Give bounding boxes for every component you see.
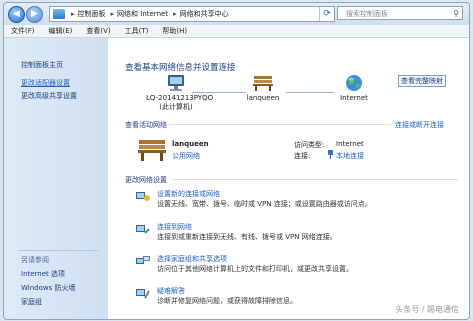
link-line [192,92,246,93]
computer-sub: (此计算机) [159,103,193,111]
sidebar-item-change-advanced-sharing[interactable]: 更改高级共享设置 [21,91,77,101]
active-networks-header: 查看活动网络 [125,121,167,129]
breadcrumb-control-panel[interactable]: 控制面板 [78,9,106,19]
sidebar: 控制面板主页 更改适配器设置 更改高级共享设置 另请参阅 Internet 选项… [4,38,108,319]
search-placeholder: 搜索控制面板 [346,10,388,18]
troubleshoot-icon [136,289,150,299]
task-title[interactable]: 选择家庭组和共享选项 [157,254,227,264]
link-line [286,92,334,93]
task-troubleshoot[interactable]: 疑难解答 诊断并修复网络问题，或获得故障排除信息。 [136,286,436,308]
access-type-label: 访问类型: [294,141,325,149]
chevron-right-icon: ▸ [110,10,115,18]
access-type-value: Internet [336,140,364,148]
task-connect-network[interactable]: 连接到网络 连接到或重新连接到无线、有线、拨号或 VPN 网络连接。 [136,222,436,244]
refresh-icon[interactable]: ⟳ [319,7,334,21]
menu-bar: 文件(F) 编辑(E) 查看(V) 工具(T) 帮助(H) [4,25,469,38]
full-map-button[interactable]: 查看完整映射 [398,75,446,87]
control-panel-icon [53,9,65,19]
homegroup-icon [136,256,150,264]
window: ◀ ▶ ▸ 控制面板 ▸ 网络和 Internet ▸ 网络和共享中心 ⟳ 搜索… [3,2,470,320]
computer-node: LQ-20141213PYQO (此计算机) [146,74,214,112]
breadcrumb-network-sharing-center[interactable]: 网络和共享中心 [180,9,229,19]
internet-node[interactable]: Internet [334,74,374,102]
sidebar-item-change-adapter-settings[interactable]: 更改适配器设置 [21,78,70,88]
chevron-right-icon: ▸ [173,10,177,18]
menu-view[interactable]: 查看(V) [79,25,117,37]
internet-node-label: Internet [340,94,368,102]
sidebar-item-internet-options[interactable]: Internet 选项 [21,269,65,279]
task-title[interactable]: 疑难解答 [157,286,185,296]
sidebar-item-homegroup[interactable]: 家庭组 [21,297,42,307]
menu-file[interactable]: 文件(F) [4,25,42,37]
task-setup-connection[interactable]: 设置新的连接或网络 设置无线、宽带、拨号、临时或 VPN 连接；或设置路由器或访… [136,189,436,211]
computer-name: LQ-20141213PYQO [146,94,214,102]
search-input[interactable]: 搜索控制面板 ⚲ [337,6,463,20]
task-description: 连接到或重新连接到无线、有线、拨号或 VPN 网络连接。 [157,233,337,241]
bench-icon [253,76,273,91]
network-node[interactable]: lanqueen [243,74,283,102]
sidebar-item-control-panel-home[interactable]: 控制面板主页 [21,60,63,70]
active-network-name: lanqueen [172,140,209,148]
search-icon[interactable]: ⚲ [453,7,459,21]
connection-label: 连接: [294,152,311,160]
connect-network-icon [136,225,150,234]
task-description: 诊断并修复网络问题，或获得故障排除信息。 [157,297,297,305]
bench-icon [138,140,166,161]
see-also-header: 另请参阅 [21,256,49,264]
chevron-right-icon: ▸ [71,10,75,18]
address-field[interactable]: ▸ 控制面板 ▸ 网络和 Internet ▸ 网络和共享中心 ⟳ [49,6,335,22]
change-settings-header: 更改网络设置 [125,176,167,184]
task-title[interactable]: 设置新的连接或网络 [157,189,220,199]
globe-icon [346,75,362,91]
menu-edit[interactable]: 编辑(E) [42,25,80,37]
computer-icon [168,75,184,91]
task-description: 设置无线、宽带、拨号、临时或 VPN 连接；或设置路由器或访问点。 [157,200,372,208]
address-bar-row: ◀ ▶ ▸ 控制面板 ▸ 网络和 Internet ▸ 网络和共享中心 ⟳ 搜索… [4,3,469,25]
task-homegroup-sharing[interactable]: 选择家庭组和共享选项 访问位于其他网络计算机上的文件和打印机，或更改共享设置。 [136,254,436,276]
network-node-label: lanqueen [246,94,280,102]
connect-disconnect-link[interactable]: 连接或断开连接 [395,120,444,130]
divider [169,124,391,125]
new-connection-icon [136,192,150,201]
menu-help[interactable]: 帮助(H) [155,25,194,37]
network-type-link[interactable]: 公用网络 [172,151,200,161]
breadcrumb-network-internet[interactable]: 网络和 Internet [117,9,168,19]
sidebar-item-windows-firewall[interactable]: Windows 防火墙 [21,283,75,293]
sidebar-divider [18,250,98,251]
task-title[interactable]: 连接到网络 [157,222,192,232]
back-button[interactable]: ◀ [8,6,25,23]
page-title: 查看基本网络信息并设置连接 [125,63,236,73]
divider [172,179,458,180]
main-content: 查看基本网络信息并设置连接 查看完整映射 LQ-20141213PYQO (此计… [108,38,469,319]
forward-button[interactable]: ▶ [26,6,43,23]
ethernet-icon [328,150,333,159]
menu-tools[interactable]: 工具(T) [118,25,156,37]
local-connection-link[interactable]: 本地连接 [336,151,364,161]
task-description: 访问位于其他网络计算机上的文件和打印机，或更改共享设置。 [157,265,353,273]
watermark: 头条号 / 踢电通信 [395,305,459,314]
